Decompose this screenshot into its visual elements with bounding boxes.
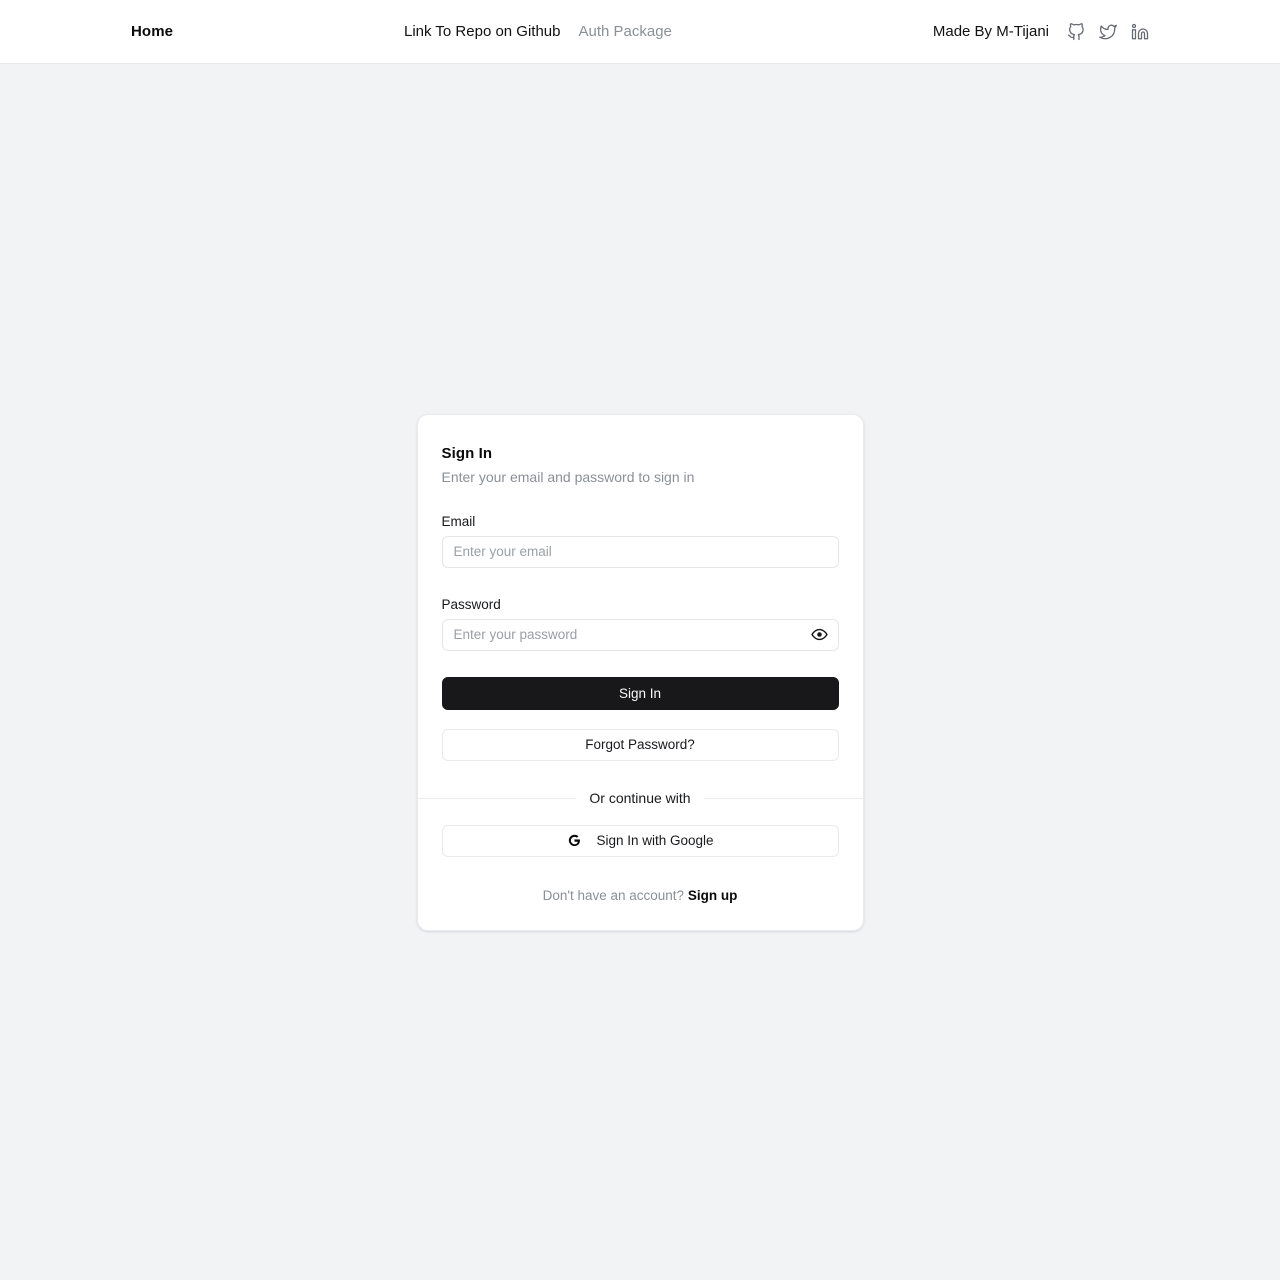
page-content: Sign In Enter your email and password to… [0,64,1280,1280]
email-input[interactable] [441,535,839,568]
sign-up-link[interactable]: Sign up [688,888,738,903]
nav-link-repo[interactable]: Link To Repo on Github [404,23,561,40]
sign-in-form: Email Password Sign In Forgot Password? [418,514,863,761]
email-label: Email [441,513,476,529]
nav-link-auth-package[interactable]: Auth Package [579,23,672,40]
card-title: Sign In [441,444,493,462]
email-input-wrap [441,535,839,568]
navbar-center-group: Link To Repo on Github Auth Package [404,23,672,40]
password-label: Password [441,596,501,612]
top-navbar: Home Link To Repo on Github Auth Package… [0,0,1280,64]
linkedin-icon[interactable] [1131,23,1149,41]
card-header: Sign In Enter your email and password to… [418,445,863,485]
sign-up-prompt-text: Don't have an account? [542,887,685,903]
google-sign-in-button[interactable]: Sign In with Google [441,824,839,857]
divider-label: Or continue with [576,787,704,808]
nav-author-credit: Made By M-Tijani [932,23,1049,40]
sign-in-card: Sign In Enter your email and password to… [416,413,864,931]
nav-link-home[interactable]: Home [131,23,173,40]
navbar-left-group: Home [131,23,173,40]
github-icon[interactable] [1067,22,1085,41]
google-button-label: Sign In with Google [596,833,714,848]
social-auth-section: Sign In with Google Don't have an accoun… [418,824,863,903]
password-input[interactable] [441,618,839,651]
sign-up-prompt: Don't have an account? Sign up [442,888,839,903]
or-continue-divider: Or continue with [417,787,863,808]
eye-icon[interactable] [811,626,829,644]
sign-in-button[interactable]: Sign In [441,676,839,710]
card-subtitle: Enter your email and password to sign in [441,468,695,485]
twitter-icon[interactable] [1099,23,1117,41]
navbar-right-group: Made By M-Tijani [932,22,1149,41]
password-input-wrap [441,618,839,651]
google-g-icon [566,833,582,849]
forgot-password-button[interactable]: Forgot Password? [441,728,839,761]
